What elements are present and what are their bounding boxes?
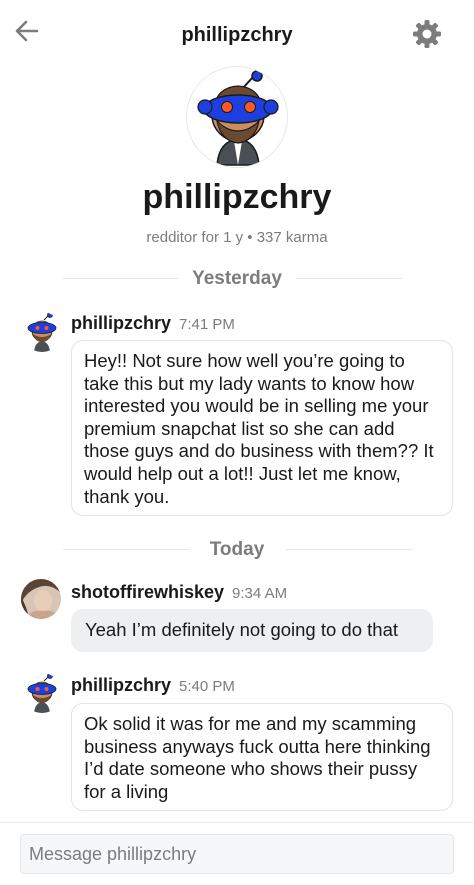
sender-name[interactable]: phillipzchry	[71, 313, 171, 333]
date-label: Yesterday	[192, 268, 282, 289]
message-input[interactable]	[20, 834, 454, 874]
divider-line	[286, 549, 412, 550]
message-bubble: Ok solid it was for me and my scamming b…	[71, 703, 453, 811]
date-divider-yesterday: Yesterday	[0, 268, 474, 289]
divider-line	[296, 278, 402, 279]
snoo-avatar-icon	[197, 70, 279, 166]
profile-avatar[interactable]	[186, 66, 288, 168]
top-bar: phillipzchry	[0, 0, 474, 70]
profile-username: phillipzchry	[142, 178, 332, 216]
conversation-title: phillipzchry	[181, 24, 293, 46]
message-bubble: Hey!! Not sure how well you’re going to …	[71, 340, 453, 516]
user-photo-icon	[21, 579, 61, 619]
sender-name[interactable]: shotoffirewhiskey	[71, 582, 224, 602]
message-bubble: Yeah I’m definitely not going to do that	[71, 609, 433, 652]
message-time: 5:40 PM	[179, 678, 235, 695]
message-header: phillipzchry 5:40 PM	[71, 675, 235, 696]
snoo-avatar-icon	[27, 312, 57, 352]
sender-name[interactable]: phillipzchry	[71, 675, 171, 695]
message-time: 7:41 PM	[179, 316, 235, 333]
sender-avatar[interactable]	[22, 673, 62, 713]
date-divider-today: Today	[0, 539, 474, 560]
sender-avatar[interactable]	[22, 312, 62, 352]
message-time: 9:34 AM	[232, 585, 288, 602]
snoo-avatar-icon	[27, 673, 57, 713]
profile-meta: redditor for 1 y • 337 karma	[146, 229, 328, 246]
sender-avatar[interactable]	[21, 579, 61, 619]
gear-icon[interactable]	[411, 18, 443, 50]
date-label: Today	[209, 539, 265, 560]
message-header: shotoffirewhiskey 9:34 AM	[71, 582, 287, 603]
message-header: phillipzchry 7:41 PM	[71, 313, 235, 334]
